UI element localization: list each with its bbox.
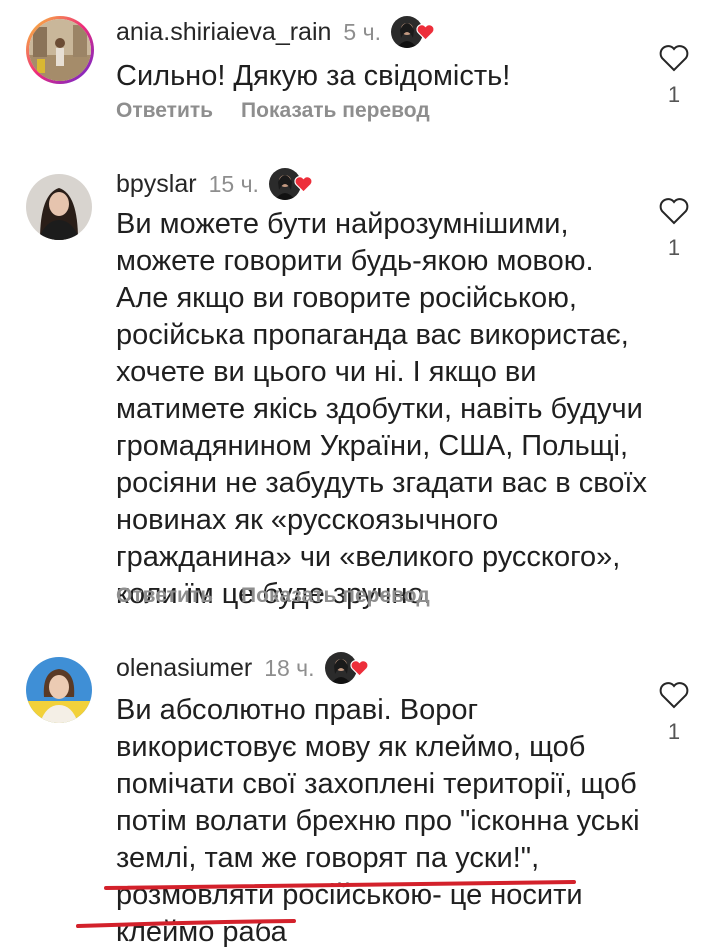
like-control: 1: [656, 197, 692, 261]
comment-text: Ви абсолютно праві. Ворог використовує м…: [116, 694, 640, 948]
heart-filled-icon: [349, 660, 369, 677]
timestamp: 5 ч.: [343, 18, 381, 45]
comment-actions: Ответить Показать перевод: [116, 99, 430, 123]
comment-text: Ви можете бути найрозумнішими, можете го…: [116, 208, 647, 610]
like-control: 1: [656, 44, 692, 108]
like-control: 1: [656, 681, 692, 745]
reply-button[interactable]: Ответить: [116, 584, 213, 608]
author-liked-badge: [390, 15, 435, 49]
translate-button[interactable]: Показать перевод: [241, 99, 430, 123]
author-liked-badge: [268, 167, 313, 201]
username[interactable]: bpyslar: [116, 170, 197, 199]
heart-outline-icon[interactable]: [659, 681, 689, 709]
username[interactable]: olenasiumer: [116, 654, 252, 683]
avatar-bpyslar[interactable]: [26, 174, 92, 240]
comment-text: Сильно! Дякую за свідомість!: [116, 60, 511, 92]
heart-outline-icon[interactable]: [659, 197, 689, 225]
comment-header: bpyslar 15 ч.: [116, 166, 313, 202]
heart-filled-icon: [294, 176, 313, 193]
timestamp: 15 ч.: [208, 170, 259, 197]
avatar-image: [26, 174, 92, 240]
comment-header: olenasiumer 18 ч.: [116, 650, 369, 686]
avatar-image: [26, 657, 92, 723]
heart-filled-icon: [416, 24, 435, 41]
heart-outline-icon[interactable]: [659, 44, 689, 72]
avatar-ania[interactable]: [26, 16, 94, 84]
timestamp: 18 ч.: [264, 654, 315, 681]
username[interactable]: ania.shiriaieva_rain: [116, 18, 331, 47]
avatar-olenasiumer[interactable]: [26, 657, 92, 723]
like-count: 1: [667, 719, 681, 744]
like-count: 1: [667, 235, 681, 260]
like-count: 1: [667, 82, 681, 107]
avatar-image: [29, 19, 91, 81]
author-liked-badge: [324, 651, 369, 685]
reply-button[interactable]: Ответить: [116, 99, 213, 123]
comment-actions: Ответить Показать перевод: [116, 584, 430, 608]
comment-header: ania.shiriaieva_rain 5 ч.: [116, 14, 435, 50]
translate-button[interactable]: Показать перевод: [241, 584, 430, 608]
